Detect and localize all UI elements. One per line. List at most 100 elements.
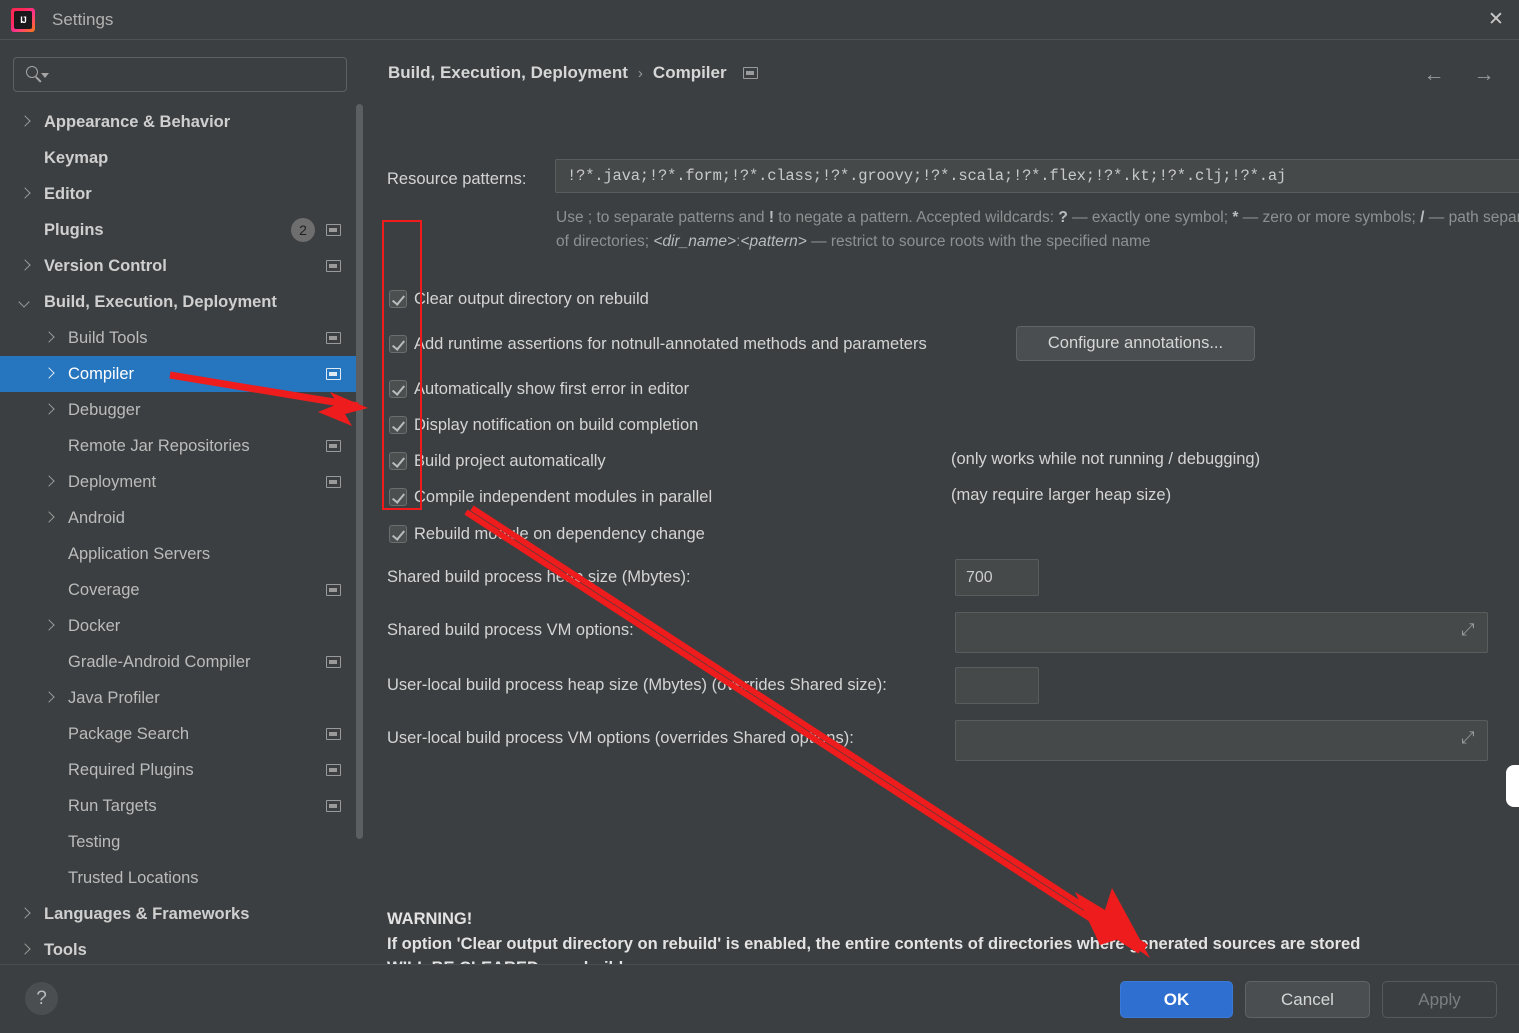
sidebar-item-gradle-android-compiler[interactable]: Gradle-Android Compiler	[0, 644, 363, 680]
project-scope-icon	[326, 224, 341, 236]
sidebar-item-label: Editor	[44, 185, 92, 204]
ok-button[interactable]: OK	[1120, 981, 1233, 1018]
chevron-right-icon[interactable]	[44, 369, 54, 379]
checkbox-automatically-show-first-error-in-editor[interactable]	[389, 380, 407, 398]
sidebar-item-label: Build Tools	[68, 329, 148, 348]
sidebar-item-version-control[interactable]: Version Control	[0, 248, 363, 284]
sidebar-item-build-tools[interactable]: Build Tools	[0, 320, 363, 356]
checkbox-display-notification-on-build-completion[interactable]	[389, 416, 407, 434]
search-box[interactable]	[13, 57, 347, 92]
sidebar-item-package-search[interactable]: Package Search	[0, 716, 363, 752]
build-auto-note: (only works while not running / debuggin…	[951, 450, 1260, 469]
field-input-wrapper[interactable]	[955, 667, 1039, 704]
sidebar-item-keymap[interactable]: Keymap	[0, 140, 363, 176]
chevron-down-icon[interactable]	[20, 297, 30, 307]
expand-icon[interactable]	[1459, 730, 1481, 752]
sidebar-item-remote-jar-repositories[interactable]: Remote Jar Repositories	[0, 428, 363, 464]
sidebar-item-trusted-locations[interactable]: Trusted Locations	[0, 860, 363, 896]
search-input[interactable]	[51, 67, 338, 83]
resource-patterns-help-text: Use ; to separate patterns and ! to nega…	[556, 206, 1519, 253]
checkbox-add-runtime-assertions-for-notnull-annotated-methods-and-parameters[interactable]	[389, 335, 407, 353]
sidebar-item-debugger[interactable]: Debugger	[0, 392, 363, 428]
chevron-right-icon[interactable]	[44, 405, 54, 415]
checkbox-row[interactable]: Build project automatically	[389, 450, 606, 472]
chevron-right-icon[interactable]	[20, 189, 30, 199]
checkbox-row[interactable]: Rebuild module on dependency change	[389, 523, 705, 545]
sidebar-item-compiler[interactable]: Compiler	[0, 356, 363, 392]
cancel-button[interactable]: Cancel	[1245, 981, 1370, 1018]
sidebar-item-label: Java Profiler	[68, 689, 160, 708]
field-label: User-local build process heap size (Mbyt…	[387, 676, 887, 695]
sidebar-item-testing[interactable]: Testing	[0, 824, 363, 860]
field-input[interactable]	[966, 732, 1459, 750]
sidebar-item-docker[interactable]: Docker	[0, 608, 363, 644]
configure-annotations-label: Configure annotations...	[1048, 334, 1223, 353]
checkbox-row[interactable]: Display notification on build completion	[389, 414, 698, 436]
sidebar-item-editor[interactable]: Editor	[0, 176, 363, 212]
sidebar-item-required-plugins[interactable]: Required Plugins	[0, 752, 363, 788]
sidebar-item-coverage[interactable]: Coverage	[0, 572, 363, 608]
sidebar-item-appearance-behavior[interactable]: Appearance & Behavior	[0, 104, 363, 140]
sidebar-item-tools[interactable]: Tools	[0, 932, 363, 964]
settings-tree[interactable]: Appearance & Behavior Keymap Editor Plugins…	[0, 104, 363, 964]
resource-patterns-input[interactable]	[567, 167, 1519, 185]
chevron-right-icon[interactable]	[44, 333, 54, 343]
chevron-right-icon[interactable]	[44, 693, 54, 703]
edge-widget[interactable]	[1506, 765, 1519, 807]
sidebar-item-label: Testing	[68, 833, 120, 852]
checkbox-label: Automatically show first error in editor	[414, 380, 689, 399]
sidebar-item-label: Deployment	[68, 473, 156, 492]
checkbox-rebuild-module-on-dependency-change[interactable]	[389, 525, 407, 543]
field-input[interactable]	[966, 677, 1173, 695]
chevron-right-icon[interactable]	[44, 621, 54, 631]
checkbox-row[interactable]: Clear output directory on rebuild	[389, 288, 649, 310]
field-input-wrapper[interactable]	[955, 559, 1039, 596]
help-button[interactable]: ?	[25, 982, 58, 1015]
field-input[interactable]	[966, 569, 1173, 587]
close-icon[interactable]: ✕	[1473, 0, 1519, 39]
apply-button[interactable]: Apply	[1382, 981, 1497, 1018]
checkbox-row[interactable]: Compile independent modules in parallel	[389, 486, 712, 508]
checkbox-build-project-automatically[interactable]	[389, 452, 407, 470]
sidebar-item-languages-frameworks[interactable]: Languages & Frameworks	[0, 896, 363, 932]
parallel-compile-note: (may require larger heap size)	[951, 486, 1171, 505]
back-arrow-icon[interactable]: ←	[1421, 61, 1447, 87]
expand-icon[interactable]	[1459, 622, 1481, 644]
sidebar-item-plugins[interactable]: Plugins2	[0, 212, 363, 248]
checkbox-clear-output-directory-on-rebuild[interactable]	[389, 290, 407, 308]
forward-arrow-icon[interactable]: →	[1471, 61, 1497, 87]
field-input[interactable]	[966, 624, 1459, 642]
field-label: User-local build process VM options (ove…	[387, 729, 854, 748]
chevron-right-icon[interactable]	[20, 117, 30, 127]
project-scope-icon	[326, 728, 341, 740]
chevron-right-icon[interactable]	[20, 945, 30, 955]
sidebar-item-label: Remote Jar Repositories	[68, 437, 250, 456]
sidebar-item-java-profiler[interactable]: Java Profiler	[0, 680, 363, 716]
intellij-logo-icon: IJ	[11, 8, 35, 32]
project-scope-icon	[326, 800, 341, 812]
sidebar-item-application-servers[interactable]: Application Servers	[0, 536, 363, 572]
project-scope-icon	[326, 764, 341, 776]
resource-patterns-field[interactable]	[555, 159, 1519, 193]
field-input-wrapper[interactable]	[955, 720, 1488, 761]
sidebar-item-label: Compiler	[68, 365, 134, 384]
chevron-right-icon[interactable]	[44, 513, 54, 523]
field-input-wrapper[interactable]	[955, 612, 1488, 653]
sidebar-scrollbar-thumb[interactable]	[356, 104, 363, 839]
checkbox-compile-independent-modules-in-parallel[interactable]	[389, 488, 407, 506]
chevron-right-icon[interactable]	[20, 909, 30, 919]
breadcrumb-separator: ›	[638, 65, 643, 82]
checkbox-row[interactable]: Automatically show first error in editor	[389, 378, 689, 400]
sidebar-item-deployment[interactable]: Deployment	[0, 464, 363, 500]
breadcrumb-parent[interactable]: Build, Execution, Deployment	[388, 63, 628, 83]
sidebar-item-label: Appearance & Behavior	[44, 113, 230, 132]
sidebar-item-run-targets[interactable]: Run Targets	[0, 788, 363, 824]
sidebar-item-android[interactable]: Android	[0, 500, 363, 536]
chevron-right-icon[interactable]	[44, 477, 54, 487]
sidebar-item-label: Tools	[44, 941, 87, 960]
checkbox-row[interactable]: Add runtime assertions for notnull-annot…	[389, 333, 927, 355]
configure-annotations-button[interactable]: Configure annotations...	[1016, 326, 1255, 361]
sidebar-item-label: Android	[68, 509, 125, 528]
sidebar-item-build-execution-deployment[interactable]: Build, Execution, Deployment	[0, 284, 363, 320]
chevron-right-icon[interactable]	[20, 261, 30, 271]
